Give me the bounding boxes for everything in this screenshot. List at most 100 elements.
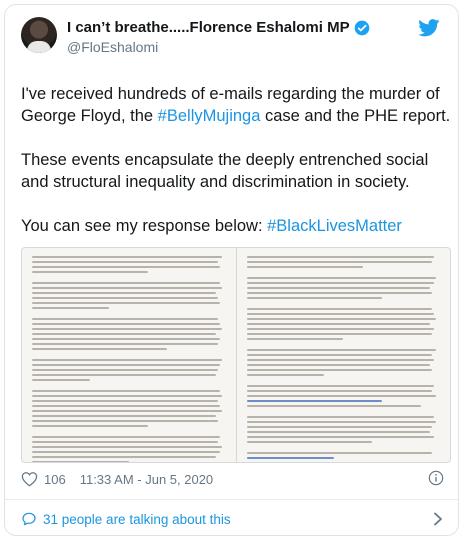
letter-text-line (32, 266, 220, 268)
letter-text-line (246, 261, 433, 263)
text-run: case and the PHE report. (260, 107, 451, 125)
letter-text-line (32, 369, 218, 371)
letter-text-line (32, 390, 220, 392)
hashtag-link[interactable]: #BlackLivesMatter (267, 217, 402, 235)
letter-text-line (246, 374, 324, 376)
letter-text-line (32, 271, 149, 273)
speech-bubble-icon (22, 512, 36, 526)
letter-text-line (32, 328, 222, 330)
letter-text-line (32, 338, 220, 340)
letter-text-line (32, 333, 216, 335)
heart-icon[interactable] (21, 471, 38, 487)
tweet-header: I can’t breathe.....Florence Eshalomi MP… (19, 17, 446, 73)
replies-label[interactable]: 31 people are talking about this (43, 512, 231, 527)
tweet-paragraph-3: You can see my response below: #BlackLiv… (21, 215, 451, 237)
divider (5, 499, 458, 500)
letter-text-line (32, 410, 222, 412)
letter-text-line (246, 333, 433, 335)
letter-text-line (32, 374, 216, 376)
letter-text-line (246, 431, 431, 433)
letter-text-line (246, 338, 344, 340)
letter-text-line (246, 266, 363, 268)
hashtag-link[interactable]: #BellyMujinga (158, 107, 261, 125)
letter-text-line (32, 348, 168, 350)
letter-text-line (32, 395, 222, 397)
letter-text-line (246, 385, 435, 387)
letter-text-line (246, 287, 431, 289)
letter-text-line (32, 318, 218, 320)
bird-logo-icon[interactable] (418, 19, 440, 37)
avatar[interactable] (21, 17, 57, 53)
letter-text-line (32, 451, 220, 453)
letter-text-line (246, 328, 435, 330)
letter-text-line (32, 405, 220, 407)
letter-text-line (32, 302, 220, 304)
tweet-text: I've received hundreds of e-mails regard… (21, 83, 451, 259)
letter-text-line (32, 323, 220, 325)
like-count[interactable]: 106 (44, 472, 66, 487)
letter-text-line (32, 415, 216, 417)
letter-text-line (246, 441, 373, 443)
letter-text-line (246, 323, 431, 325)
tweet-card: I can’t breathe.....Florence Eshalomi MP… (4, 4, 459, 536)
letter-page-right (235, 248, 451, 463)
letter-text-line (32, 364, 220, 366)
letter-text-line (32, 297, 218, 299)
letter-text-line (32, 400, 218, 402)
letter-text-line (246, 390, 433, 392)
letter-text-line (32, 456, 216, 458)
letter-text-line (246, 277, 437, 279)
letter-text-line (32, 461, 129, 462)
letter-text-line (32, 359, 222, 361)
letter-text-line (32, 343, 218, 345)
info-icon[interactable] (428, 470, 444, 486)
letter-text-line (32, 420, 218, 422)
text-run: You can see my response below: (21, 217, 268, 235)
replies-link[interactable]: 31 people are talking about this (21, 505, 444, 533)
letter-text-line (246, 426, 433, 428)
letter-text-line (246, 421, 437, 423)
letter-text-line (246, 308, 433, 310)
letter-text-line (32, 446, 222, 448)
tweet-paragraph-2: These events encapsulate the deeply entr… (21, 151, 429, 191)
timestamp[interactable]: 11:33 AM - Jun 5, 2020 (80, 472, 213, 487)
letter-text-line (246, 292, 433, 294)
letter-text-line (246, 369, 433, 371)
tweet-meta: 106 11:33 AM - Jun 5, 2020 (21, 471, 213, 487)
letter-text-line (246, 359, 435, 361)
letter-page-left (22, 248, 236, 462)
letter-text-line (246, 452, 433, 454)
letter-text-line (246, 364, 431, 366)
letter-text-line (246, 354, 433, 356)
letter-text-line (32, 441, 218, 443)
author-name[interactable]: I can’t breathe.....Florence Eshalomi MP (67, 19, 350, 36)
chevron-right-icon[interactable] (432, 512, 444, 526)
letter-text-line (246, 400, 382, 402)
letter-text-line (246, 416, 435, 418)
letter-text-line (32, 261, 218, 263)
letter-text-line (32, 436, 220, 438)
letter-text-line (32, 307, 110, 309)
letter-text-line (246, 282, 435, 284)
letter-text-line (246, 457, 334, 459)
letter-text-line (246, 395, 437, 397)
letter-text-line (246, 318, 437, 320)
letter-text-line (32, 256, 222, 258)
letter-text-line (246, 297, 382, 299)
verified-badge-icon (354, 20, 369, 35)
letter-text-line (32, 287, 222, 289)
author-name-row[interactable]: I can’t breathe.....Florence Eshalomi MP (67, 19, 370, 36)
letter-text-line (32, 379, 91, 381)
letter-text-line (246, 256, 435, 258)
letter-text-line (32, 425, 149, 427)
letter-text-line (32, 292, 216, 294)
letter-text-line (246, 436, 435, 438)
letter-text-line (32, 282, 220, 284)
author-handle[interactable]: @FloEshalomi (67, 39, 158, 55)
tweet-paragraph-1: I've received hundreds of e-mails regard… (21, 83, 451, 127)
letter-text-line (246, 405, 421, 407)
letter-text-line (246, 349, 437, 351)
letter-image[interactable] (21, 247, 451, 463)
letter-text-line (246, 313, 435, 315)
